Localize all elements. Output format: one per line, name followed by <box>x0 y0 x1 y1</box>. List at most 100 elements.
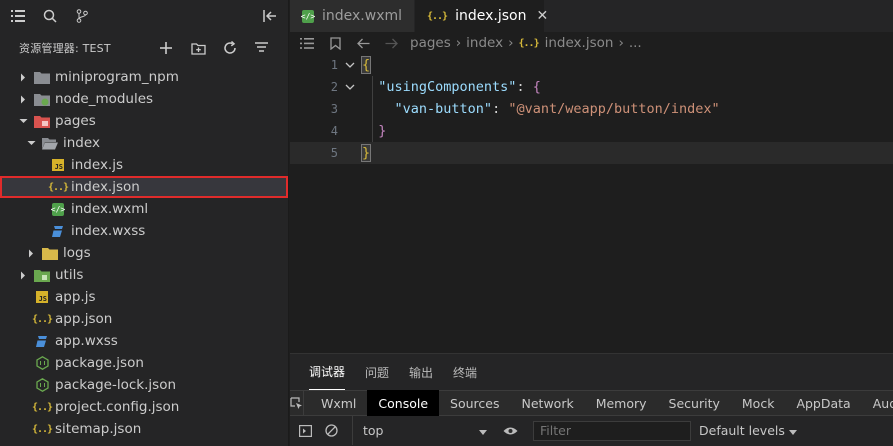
log-levels-label: Default levels <box>699 423 785 438</box>
tree-item-package-json[interactable]: package.json <box>0 352 288 374</box>
devtools-tab-sources[interactable]: Sources <box>439 390 510 416</box>
json-file-icon: {..} <box>47 181 69 193</box>
tab-terminal[interactable]: 终端 <box>453 354 477 390</box>
context-value: top <box>363 423 384 438</box>
tree-item-label: index.wxml <box>71 201 149 217</box>
tree-item-label: index.js <box>71 157 124 173</box>
new-folder-icon[interactable] <box>188 38 208 58</box>
chevron-down-icon <box>26 138 36 148</box>
devtools-tab-console[interactable]: Console <box>367 390 440 416</box>
breadcrumb-ellipsis[interactable]: ... <box>629 35 642 51</box>
refresh-icon[interactable] <box>220 38 240 58</box>
json-string-value: "@vant/weapp/button/index" <box>508 101 720 117</box>
bottom-panel: 调试器 问题 输出 终端 Wxml Console Sources Networ… <box>290 353 893 446</box>
wxml-file-icon: </> <box>300 9 316 23</box>
chevron-down-icon <box>18 116 28 126</box>
context-select[interactable]: top <box>352 416 497 445</box>
devtools-tab-network[interactable]: Network <box>511 390 585 416</box>
code-editor[interactable]: 1 { 2 "usingComponents": { 3 "van-button… <box>290 54 893 164</box>
explorer-sidebar: 资源管理器: TEST miniprogram_npm node_modules… <box>0 0 289 446</box>
chevron-right-icon <box>26 248 36 258</box>
eye-icon[interactable] <box>497 416 523 445</box>
code-line-3: 3 "van-button": "@vant/weapp/button/inde… <box>290 98 893 120</box>
new-file-icon[interactable] <box>156 38 176 58</box>
search-icon[interactable] <box>40 6 60 26</box>
tab-index-wxml[interactable]: </> index.wxml <box>290 0 415 32</box>
tab-label: index.json <box>455 8 527 24</box>
log-levels-select[interactable]: Default levels <box>699 423 797 438</box>
breadcrumb-file[interactable]: index.json <box>545 35 614 51</box>
tree-item-sitemap-json[interactable]: {..} sitemap.json <box>0 418 288 440</box>
tab-debugger[interactable]: 调试器 <box>309 354 346 390</box>
json-key: "usingComponents" <box>378 79 517 95</box>
list-view-icon[interactable] <box>298 35 316 51</box>
code-line-2: 2 "usingComponents": { <box>290 76 893 98</box>
chevron-right-icon: › <box>618 35 624 51</box>
tree-item-label: package-lock.json <box>55 377 177 393</box>
tree-item-app-json[interactable]: {..} app.json <box>0 308 288 330</box>
tree-item-pages[interactable]: pages <box>0 110 288 132</box>
devtools-tab-wxml[interactable]: Wxml <box>310 390 367 416</box>
source-control-icon[interactable] <box>72 6 92 26</box>
tab-index-json[interactable]: {..} index.json ✕ <box>415 0 548 32</box>
tree-item-miniprogram-npm[interactable]: miniprogram_npm <box>0 66 288 88</box>
tree-item-package-lock-json[interactable]: package-lock.json <box>0 374 288 396</box>
code-line-4: 4 } <box>290 120 893 142</box>
list-icon[interactable] <box>8 6 28 26</box>
tree-item-project-config-json[interactable]: {..} project.config.json <box>0 396 288 418</box>
devtools-tab-appdata[interactable]: AppData <box>785 390 861 416</box>
json-colon: : <box>516 79 533 95</box>
explorer-header: 资源管理器: TEST <box>0 32 288 64</box>
json-brace: } <box>360 144 372 162</box>
tree-item-app-wxss[interactable]: app.wxss <box>0 330 288 352</box>
chevron-right-icon <box>18 72 28 82</box>
triangle-down-icon <box>788 423 797 438</box>
chevron-right-icon <box>18 270 28 280</box>
tree-item-label: app.json <box>55 311 113 327</box>
collapse-all-icon[interactable] <box>252 38 272 58</box>
back-arrow-icon[interactable] <box>354 35 372 51</box>
explorer-title: 资源管理器: TEST <box>19 42 111 55</box>
json-file-icon: {..} <box>427 10 448 22</box>
tree-item-node-modules[interactable]: node_modules <box>0 88 288 110</box>
tab-problems[interactable]: 问题 <box>365 354 389 390</box>
bookmark-icon[interactable] <box>326 35 344 51</box>
json-brace: { <box>360 56 372 74</box>
triangle-down-icon <box>479 423 487 438</box>
css-file-icon <box>34 333 50 349</box>
clear-console-icon[interactable] <box>318 416 344 445</box>
collapse-sidebar-icon[interactable] <box>260 6 280 26</box>
tab-output[interactable]: 输出 <box>409 354 433 390</box>
console-filter-input[interactable] <box>533 420 691 441</box>
tree-item-index-wxml[interactable]: </> index.wxml <box>0 198 288 220</box>
inspect-element-icon[interactable] <box>290 390 304 416</box>
close-icon[interactable]: ✕ <box>536 8 548 24</box>
tree-item-label: miniprogram_npm <box>55 69 179 85</box>
devtools-tab-audits[interactable]: Audits <box>862 390 893 416</box>
show-sidebar-icon[interactable] <box>292 416 318 445</box>
tree-item-utils[interactable]: utils <box>0 264 288 286</box>
tree-item-label: app.wxss <box>55 333 118 349</box>
breadcrumb-index[interactable]: index <box>466 35 503 51</box>
panel-tabs: 调试器 问题 输出 终端 <box>290 354 893 390</box>
tree-item-index-wxss[interactable]: index.wxss <box>0 220 288 242</box>
devtools-tab-memory[interactable]: Memory <box>585 390 658 416</box>
file-tree: miniprogram_npm node_modules pages index… <box>0 66 288 440</box>
folder-icon <box>42 245 58 261</box>
tree-item-label: logs <box>63 245 91 261</box>
forward-arrow-icon[interactable] <box>382 35 400 51</box>
tree-item-index-json[interactable]: {..} index.json <box>0 176 288 198</box>
tab-label: index.wxml <box>322 8 403 24</box>
fold-chevron-icon[interactable] <box>338 84 362 90</box>
breadcrumb-pages[interactable]: pages <box>410 35 451 51</box>
breadcrumb: pages › index › {..} index.json › ... <box>290 32 893 54</box>
tree-item-logs[interactable]: logs <box>0 242 288 264</box>
fold-chevron-icon[interactable] <box>338 62 362 68</box>
tree-item-app-js[interactable]: JS app.js <box>0 286 288 308</box>
pages-folder-icon <box>34 113 50 129</box>
line-number: 4 <box>330 124 338 138</box>
tree-item-index-js[interactable]: JS index.js <box>0 154 288 176</box>
tree-item-index-folder[interactable]: index <box>0 132 288 154</box>
devtools-tab-mock[interactable]: Mock <box>731 390 786 416</box>
devtools-tab-security[interactable]: Security <box>658 390 731 416</box>
